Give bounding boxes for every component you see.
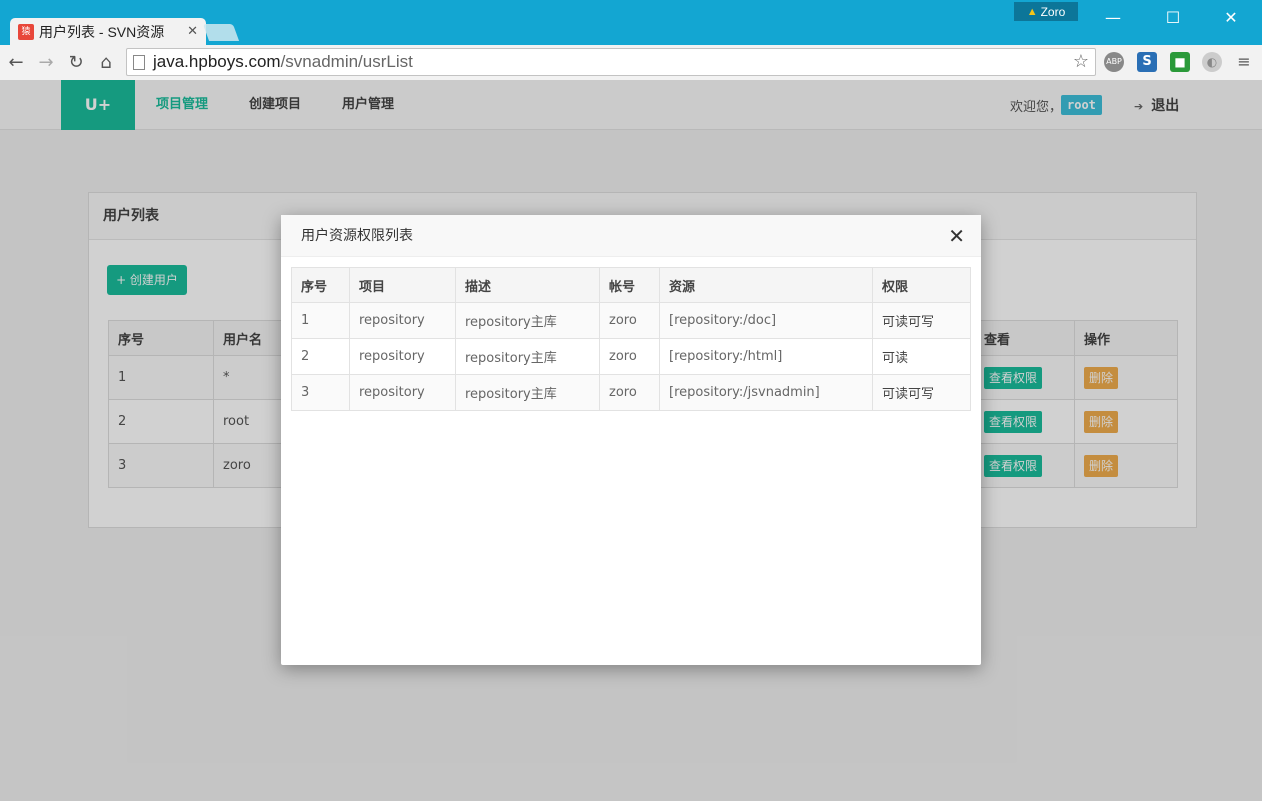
green-extension-icon[interactable]: ■ [1170, 52, 1190, 72]
row-description: repository主库 [455, 374, 600, 411]
column-header: 序号 [291, 267, 350, 303]
home-icon[interactable]: ⌂ [92, 49, 120, 77]
row-account: zoro [599, 302, 660, 339]
minimize-window-button[interactable]: — [1098, 6, 1128, 30]
row-project: repository [349, 374, 456, 411]
maximize-window-button[interactable]: ☐ [1158, 6, 1188, 30]
row-index: 2 [291, 338, 350, 375]
reload-icon[interactable]: ↻ [62, 49, 90, 77]
close-icon[interactable]: ✕ [948, 215, 965, 257]
table-row: 1 repository repository主库 zoro [reposito… [291, 302, 971, 339]
row-account: zoro [599, 374, 660, 411]
row-project: repository [349, 302, 456, 339]
row-resource: [repository:/html] [659, 338, 873, 375]
table-row: 2 repository repository主库 zoro [reposito… [291, 338, 971, 375]
row-index: 3 [291, 374, 350, 411]
row-permission: 可读可写 [872, 374, 971, 411]
permission-modal: 用户资源权限列表 ✕ 序号 项目 描述 帐号 资源 权限 1 repositor… [281, 215, 981, 665]
star-icon[interactable]: ☆ [1073, 51, 1089, 72]
row-account: zoro [599, 338, 660, 375]
row-description: repository主库 [455, 338, 600, 375]
menu-icon[interactable]: ≡ [1234, 52, 1254, 72]
modal-title: 用户资源权限列表 [301, 228, 413, 244]
back-arrow-icon[interactable]: ← [2, 49, 30, 77]
permission-table: 序号 项目 描述 帐号 资源 权限 1 repository repositor… [291, 267, 971, 411]
gray-extension-icon[interactable]: ◐ [1202, 52, 1222, 72]
forward-arrow-icon[interactable]: → [32, 49, 60, 77]
browser-toolbar: ← → ↻ ⌂ java.hpboys.com/svnadmin/usrList… [0, 45, 1262, 80]
profile-name: Zoro [1040, 4, 1066, 19]
row-project: repository [349, 338, 456, 375]
tab-favicon-icon: 猿 [18, 23, 34, 40]
tab-close-icon[interactable]: ✕ [187, 24, 198, 39]
browser-chrome: 猿 用户列表 - SVN资源 ✕ ▲ Zoro — ☐ ✕ ← → ↻ ⌂ ja… [0, 0, 1262, 80]
profile-badge[interactable]: ▲ Zoro [1014, 2, 1078, 21]
tab-title: 用户列表 - SVN资源 [39, 23, 165, 40]
column-header: 权限 [872, 267, 971, 303]
row-permission: 可读 [872, 338, 971, 375]
column-header: 资源 [659, 267, 873, 303]
adblock-extension-icon[interactable]: ABP [1104, 52, 1124, 72]
table-row: 3 repository repository主库 zoro [reposito… [291, 374, 971, 411]
row-permission: 可读可写 [872, 302, 971, 339]
url-text: java.hpboys.com/svnadmin/usrList [153, 52, 413, 71]
modal-header: 用户资源权限列表 ✕ [281, 215, 981, 257]
column-header: 项目 [349, 267, 456, 303]
row-resource: [repository:/doc] [659, 302, 873, 339]
warning-icon: ▲ [1026, 5, 1038, 18]
browser-tab[interactable]: 猿 用户列表 - SVN资源 ✕ [10, 18, 206, 45]
s-extension-icon[interactable]: S [1137, 52, 1157, 72]
row-description: repository主库 [455, 302, 600, 339]
column-header: 帐号 [599, 267, 660, 303]
column-header: 描述 [455, 267, 600, 303]
row-index: 1 [291, 302, 350, 339]
close-window-button[interactable]: ✕ [1216, 6, 1246, 30]
address-bar[interactable]: java.hpboys.com/svnadmin/usrList ☆ [126, 48, 1096, 76]
page-icon [133, 54, 145, 70]
row-resource: [repository:/jsvnadmin] [659, 374, 873, 411]
new-tab-button[interactable] [202, 24, 240, 41]
